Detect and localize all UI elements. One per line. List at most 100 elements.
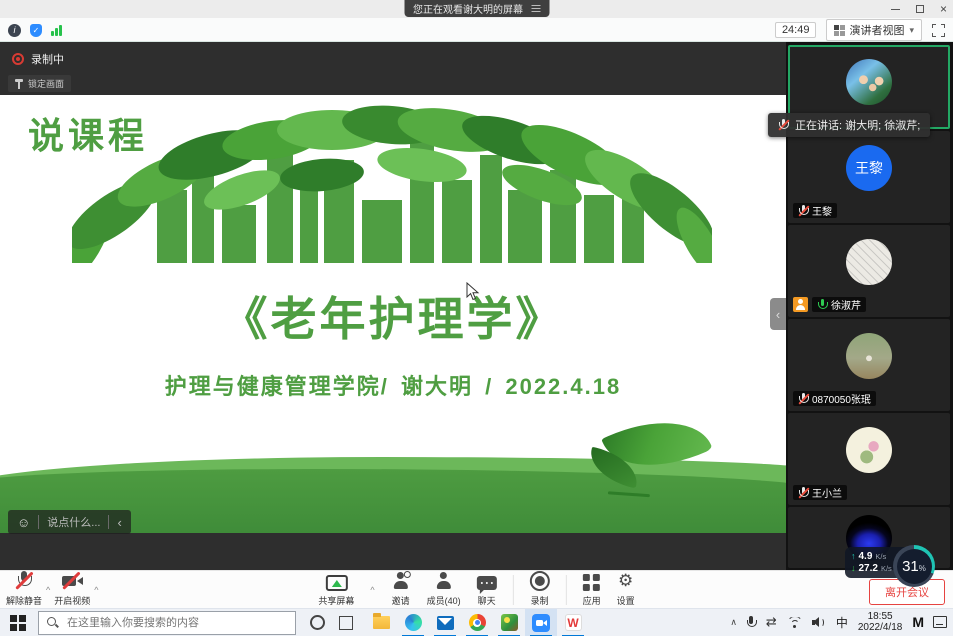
mic-options-caret[interactable]: ^ xyxy=(46,585,50,607)
emoji-icon[interactable]: ☺ xyxy=(17,515,30,530)
view-mode-label: 演讲者视图 xyxy=(849,22,904,38)
network-signal-icon[interactable] xyxy=(51,24,62,36)
taskbar-app-wps[interactable]: W xyxy=(557,609,589,636)
recording-label: 录制中 xyxy=(31,51,64,67)
members-button[interactable]: 成员(40) xyxy=(427,573,461,607)
mic-muted-icon xyxy=(798,393,808,405)
participant-nametag: 0870050张珉 xyxy=(793,391,876,406)
speaker-icon[interactable] xyxy=(812,616,826,628)
slide-main-title: 《老年护理学》 xyxy=(0,283,786,349)
avatar-initials: 王黎 xyxy=(846,145,892,191)
raised-hand-badge xyxy=(793,297,808,312)
invite-person-icon xyxy=(391,571,411,591)
participant-tile[interactable]: 王黎 王黎 xyxy=(788,131,950,223)
camera-options-caret[interactable]: ^ xyxy=(94,585,98,607)
view-mode-selector[interactable]: 演讲者视图 ▾ xyxy=(826,19,922,41)
edge-icon xyxy=(405,614,422,631)
apps-button[interactable]: 应用 xyxy=(583,573,601,607)
lock-screen-button[interactable]: 锁定画面 xyxy=(8,75,71,92)
performance-gauge[interactable]: 31 % xyxy=(893,545,935,587)
search-input[interactable] xyxy=(65,616,287,630)
speaking-toast-text: 正在讲话: 谢大明; 徐淑芹; xyxy=(795,117,920,133)
mic-muted-icon xyxy=(798,487,808,499)
lock-screen-label: 锁定画面 xyxy=(28,77,64,90)
mail-icon xyxy=(437,616,454,630)
camera-off-icon xyxy=(61,571,83,591)
slide-byline: 护理与健康管理学院/ 谢大明 / 2022.4.18 xyxy=(0,369,786,401)
mic-live-icon xyxy=(817,299,827,311)
participant-tile[interactable]: 王小兰 xyxy=(788,413,950,505)
taskbar-app-photos[interactable] xyxy=(493,609,525,636)
record-icon xyxy=(530,571,550,591)
content-area: 说课程 xyxy=(0,42,953,570)
security-shield-icon[interactable]: ✓ xyxy=(30,24,42,37)
shared-screen-view: 说课程 xyxy=(0,42,786,570)
ime-indicator[interactable]: 中 xyxy=(836,614,848,631)
upload-arrow-icon: ↑ xyxy=(851,551,856,561)
chat-bubble-icon xyxy=(477,576,497,590)
wifi-icon[interactable] xyxy=(787,616,802,628)
chat-button[interactable]: 聊天 xyxy=(477,573,497,607)
panel-collapse-tab[interactable]: ‹ xyxy=(770,298,786,330)
tray-expand-icon[interactable]: ∧ xyxy=(730,617,737,628)
fullscreen-icon[interactable] xyxy=(932,24,945,37)
avatar-photo xyxy=(846,333,892,379)
share-options-caret[interactable]: ^ xyxy=(370,585,374,607)
participant-nametag: 王黎 xyxy=(793,203,837,218)
settings-button[interactable]: ⚙ 设置 xyxy=(617,573,635,607)
apps-grid-icon xyxy=(583,573,601,591)
chat-input-placeholder[interactable]: 说点什么... xyxy=(47,514,100,530)
share-screen-button[interactable]: 共享屏幕 xyxy=(318,573,354,607)
participant-tile[interactable]: 0870050张珉 xyxy=(788,319,950,411)
participant-nametag: 徐淑芹 xyxy=(812,297,866,312)
viewing-banner-text: 您正在观看谢大明的屏幕 xyxy=(413,1,523,16)
close-button[interactable]: × xyxy=(940,3,947,15)
download-value: 27.2 xyxy=(859,563,878,574)
meeting-toolbar: 解除静音 ^ 开启视频 ^ 共享屏幕 ^ 邀请 成员(40) xyxy=(0,570,953,608)
tray-adapter-icon[interactable]: ⇄ xyxy=(766,614,777,630)
taskbar-app-mail[interactable] xyxy=(429,609,461,636)
meeting-info-icon[interactable]: i xyxy=(8,24,21,37)
presentation-slide: 说课程 xyxy=(0,95,786,533)
action-center-icon[interactable] xyxy=(933,616,947,628)
wps-icon: W xyxy=(565,614,582,631)
tray-mic-icon[interactable] xyxy=(747,616,756,629)
layout-icon xyxy=(834,25,844,35)
maximize-button[interactable] xyxy=(916,5,924,13)
chrome-icon xyxy=(469,614,486,631)
mic-muted-icon xyxy=(798,205,808,217)
meeting-timer: 24:49 xyxy=(775,22,817,38)
taskbar-app-meeting[interactable] xyxy=(525,609,557,636)
avatar-sketch xyxy=(846,239,892,285)
minimize-button[interactable] xyxy=(891,9,900,10)
meeting-window: 您正在观看谢大明的屏幕 × i ✓ 24:49 演讲者视图 ▾ xyxy=(0,0,953,636)
search-icon xyxy=(47,617,58,628)
taskbar-app-chrome[interactable] xyxy=(461,609,493,636)
record-button[interactable]: 录制 xyxy=(530,573,550,607)
taskbar-app-edge[interactable] xyxy=(397,609,429,636)
m-app-tray-icon[interactable]: M xyxy=(912,614,923,630)
taskbar-clock[interactable]: 18:55 2022/4/18 xyxy=(858,611,903,634)
share-screen-icon xyxy=(325,575,347,591)
invite-button[interactable]: 邀请 xyxy=(391,573,411,607)
upload-value: 4.9 xyxy=(859,551,873,562)
start-button[interactable] xyxy=(10,615,26,631)
leaves-skyline-art xyxy=(72,95,712,263)
taskbar-search[interactable] xyxy=(38,611,296,635)
cortana-button[interactable] xyxy=(310,615,325,630)
avatar-painting xyxy=(846,427,892,473)
start-video-button[interactable]: 开启视频 xyxy=(54,573,90,607)
viewing-banner[interactable]: 您正在观看谢大明的屏幕 xyxy=(404,0,549,17)
person-icon xyxy=(434,571,454,591)
task-view-button[interactable] xyxy=(339,616,353,630)
unmute-button[interactable]: 解除静音 xyxy=(6,573,42,607)
taskbar-app-explorer[interactable] xyxy=(365,609,397,636)
gauge-value: 31 xyxy=(902,549,919,584)
quick-chat-bar[interactable]: ☺ 说点什么... ‹ xyxy=(8,510,131,534)
collapse-chat-icon[interactable]: ‹ xyxy=(117,515,121,530)
system-tray: ∧ ⇄ 中 18:55 2022/4/18 M xyxy=(730,608,947,636)
menu-icon[interactable] xyxy=(531,5,540,12)
speaking-toast: 正在讲话: 谢大明; 徐淑芹; xyxy=(768,113,930,137)
record-dot-icon xyxy=(12,53,24,65)
participant-tile[interactable]: 徐淑芹 xyxy=(788,225,950,317)
